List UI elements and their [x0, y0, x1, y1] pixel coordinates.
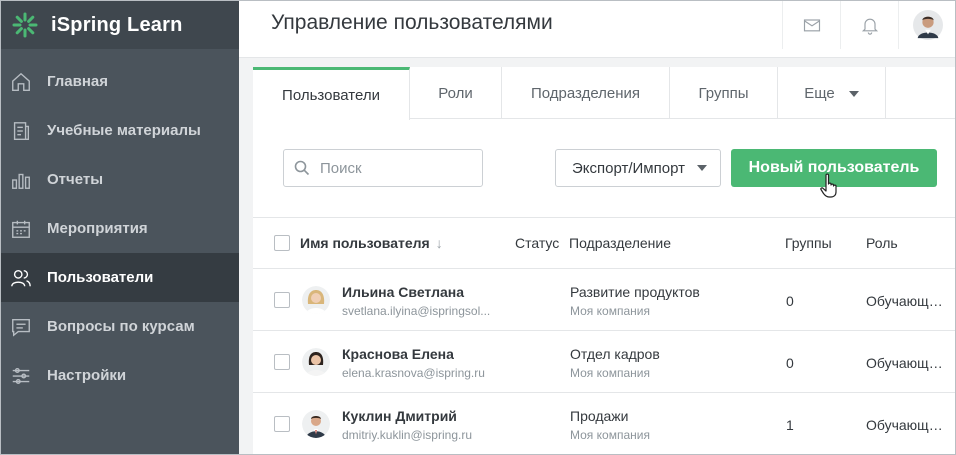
- notifications-button[interactable]: [840, 1, 898, 49]
- tab-label: Группы: [698, 84, 749, 102]
- users-card: Пользователи Роли Подразделения Группы Е…: [253, 67, 955, 454]
- user-groups-count: 0: [786, 293, 794, 309]
- avatar: [913, 10, 943, 40]
- search-icon: [294, 160, 310, 176]
- users-icon: [9, 266, 33, 290]
- user-company: Моя компания: [570, 428, 650, 442]
- sidebar-item-course-questions[interactable]: Вопросы по курсам: [1, 302, 239, 351]
- main-area: Пользователи Роли Подразделения Группы Е…: [239, 58, 955, 454]
- user-role: Обучающийся: [866, 355, 946, 371]
- tab-label: Подразделения: [530, 84, 641, 102]
- ispring-logo-icon: [12, 12, 38, 38]
- column-header-status: Статус: [515, 235, 560, 251]
- sidebar-item-label: Главная: [47, 73, 109, 90]
- sidebar-item-users[interactable]: Пользователи: [1, 253, 239, 302]
- tab-label: Еще: [804, 84, 835, 102]
- user-name[interactable]: Ильина Светлана: [342, 284, 464, 300]
- table-header: Имя пользователя ↓ Статус Подразделение Г…: [253, 217, 955, 269]
- brand-name: iSpring Learn: [51, 13, 183, 36]
- avatar: [302, 410, 330, 438]
- user-name[interactable]: Краснова Елена: [342, 346, 454, 362]
- column-header-role: Роль: [866, 235, 898, 251]
- search-box[interactable]: [283, 149, 483, 187]
- sliders-icon: [9, 364, 33, 388]
- user-email: elena.krasnova@ispring.ru: [342, 366, 485, 380]
- caret-down-icon: [696, 165, 707, 171]
- bell-icon: [861, 18, 878, 35]
- user-groups-count: 1: [786, 417, 794, 433]
- user-name[interactable]: Куклин Дмитрий: [342, 408, 457, 424]
- tab-users[interactable]: Пользователи: [253, 67, 410, 120]
- user-company: Моя компания: [570, 366, 650, 380]
- bar-chart-icon: [9, 168, 33, 192]
- user-role: Обучающийся: [866, 293, 946, 309]
- tab-more[interactable]: Еще: [778, 67, 886, 119]
- select-all-checkbox[interactable]: [274, 235, 290, 251]
- sidebar-item-label: Мероприятия: [47, 220, 148, 237]
- top-header: Управление пользователями: [239, 1, 955, 58]
- user-email: svetlana.ilyina@ispringsol...: [342, 304, 491, 318]
- tab-groups[interactable]: Группы: [670, 67, 778, 119]
- avatar: [302, 348, 330, 376]
- sidebar-item-label: Учебные материалы: [47, 122, 201, 139]
- sidebar: iSpring Learn Главная Учебные материалы …: [1, 1, 239, 454]
- column-header-name[interactable]: Имя пользователя ↓: [300, 235, 443, 251]
- column-header-groups: Группы: [785, 235, 832, 251]
- avatar: [302, 286, 330, 314]
- user-groups-count: 0: [786, 355, 794, 371]
- table-row[interactable]: Краснова Елена elena.krasnova@ispring.ru…: [253, 331, 955, 393]
- user-department: Отдел кадров: [570, 346, 660, 362]
- page-title: Управление пользователями: [271, 11, 553, 34]
- export-import-label: Экспорт/Импорт: [572, 159, 685, 177]
- column-header-department: Подразделение: [569, 235, 672, 251]
- caret-down-icon: [848, 91, 859, 97]
- sort-down-icon: ↓: [435, 235, 443, 251]
- sidebar-item-reports[interactable]: Отчеты: [1, 155, 239, 204]
- table-row[interactable]: Куклин Дмитрий dmitriy.kuklin@ispring.ru…: [253, 393, 955, 454]
- row-checkbox[interactable]: [274, 292, 290, 308]
- user-role: Обучающийся: [866, 417, 946, 433]
- chat-icon: [9, 315, 33, 339]
- user-department: Развитие продуктов: [570, 284, 700, 300]
- user-company: Моя компания: [570, 304, 650, 318]
- hand-pointer-cursor-icon: [820, 173, 837, 198]
- search-input[interactable]: [320, 159, 470, 177]
- calendar-icon: [9, 217, 33, 241]
- sidebar-item-settings[interactable]: Настройки: [1, 351, 239, 400]
- document-icon: [9, 119, 33, 143]
- tab-bar: Пользователи Роли Подразделения Группы Е…: [253, 67, 955, 120]
- user-department: Продажи: [570, 408, 629, 424]
- user-email: dmitriy.kuklin@ispring.ru: [342, 428, 472, 442]
- table-row[interactable]: Ильина Светлана svetlana.ilyina@isprings…: [253, 269, 955, 331]
- sidebar-item-label: Пользователи: [47, 269, 154, 286]
- sidebar-item-events[interactable]: Мероприятия: [1, 204, 239, 253]
- sidebar-item-learning-materials[interactable]: Учебные материалы: [1, 106, 239, 155]
- row-checkbox[interactable]: [274, 354, 290, 370]
- tab-roles[interactable]: Роли: [410, 67, 502, 119]
- mail-icon: [803, 19, 820, 32]
- profile-button[interactable]: [898, 1, 955, 49]
- tab-departments[interactable]: Подразделения: [502, 67, 670, 119]
- tab-label: Пользователи: [282, 86, 380, 104]
- export-import-dropdown[interactable]: Экспорт/Импорт: [555, 149, 721, 187]
- messages-button[interactable]: [782, 1, 840, 49]
- sidebar-item-label: Вопросы по курсам: [47, 318, 195, 335]
- tab-label: Роли: [438, 84, 473, 102]
- sidebar-nav: Главная Учебные материалы Отчеты Меропри…: [1, 57, 239, 400]
- sidebar-item-home[interactable]: Главная: [1, 57, 239, 106]
- row-checkbox[interactable]: [274, 416, 290, 432]
- sidebar-item-label: Настройки: [47, 367, 127, 384]
- column-header-name-label: Имя пользователя: [300, 235, 430, 251]
- brand[interactable]: iSpring Learn: [1, 1, 239, 49]
- sidebar-item-label: Отчеты: [47, 171, 104, 188]
- app-window: iSpring Learn Главная Учебные материалы …: [0, 0, 956, 455]
- home-icon: [9, 70, 33, 94]
